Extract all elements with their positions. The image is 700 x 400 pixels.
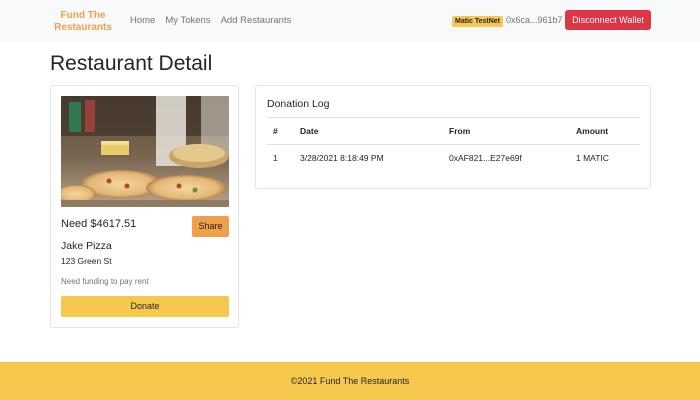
share-button[interactable]: Share — [192, 216, 229, 237]
footer: ©2021 Fund The Restaurants — [0, 362, 700, 400]
network-badge: Matic TestNet — [452, 16, 503, 27]
nav-links: Home My Tokens Add Restaurants — [130, 15, 291, 26]
nav-link-home[interactable]: Home — [130, 15, 155, 26]
restaurant-description: Need funding to pay rent — [61, 277, 149, 286]
donate-button[interactable]: Donate — [61, 296, 229, 317]
restaurant-name: Jake Pizza — [61, 240, 112, 252]
row-from: 0xAF821...E27e69f — [449, 153, 522, 164]
nav-link-add-restaurants[interactable]: Add Restaurants — [221, 15, 292, 26]
funding-need: Need $4617.51 — [61, 218, 137, 230]
table-header-row: # Date From Amount — [267, 117, 640, 145]
restaurant-photo — [61, 96, 229, 207]
navbar: Fund The Restaurants Home My Tokens Add … — [0, 0, 700, 42]
restaurant-address: 123 Green St — [61, 256, 112, 266]
column-header-date: Date — [294, 117, 443, 145]
brand-logo[interactable]: Fund The Restaurants — [52, 10, 114, 34]
donation-log-title: Donation Log — [267, 98, 330, 110]
restaurant-card: Need $4617.51 Share Jake Pizza 123 Green… — [50, 85, 239, 328]
footer-text: ©2021 Fund The Restaurants — [290, 376, 410, 386]
table-row: 1 3/28/2021 8:18:49 PM 0xAF821...E27e69f… — [267, 145, 640, 172]
column-header-amount: Amount — [570, 117, 640, 145]
disconnect-wallet-button[interactable]: Disconnect Wallet — [565, 10, 651, 30]
nav-link-my-tokens[interactable]: My Tokens — [165, 15, 210, 26]
wallet-address: 0x6ca...961b7 — [506, 15, 563, 25]
row-date: 3/28/2021 8:18:49 PM — [300, 153, 384, 164]
donation-log-table: # Date From Amount 1 3/28/2021 8:18:49 P… — [267, 117, 640, 172]
row-amount: 1 MATIC — [576, 153, 609, 164]
column-header-number: # — [267, 117, 294, 145]
column-header-from: From — [443, 117, 570, 145]
donation-log-card: Donation Log # Date From Amount 1 3/28/2… — [255, 85, 651, 189]
page-title: Restaurant Detail — [50, 52, 213, 75]
row-number: 1 — [273, 153, 278, 164]
